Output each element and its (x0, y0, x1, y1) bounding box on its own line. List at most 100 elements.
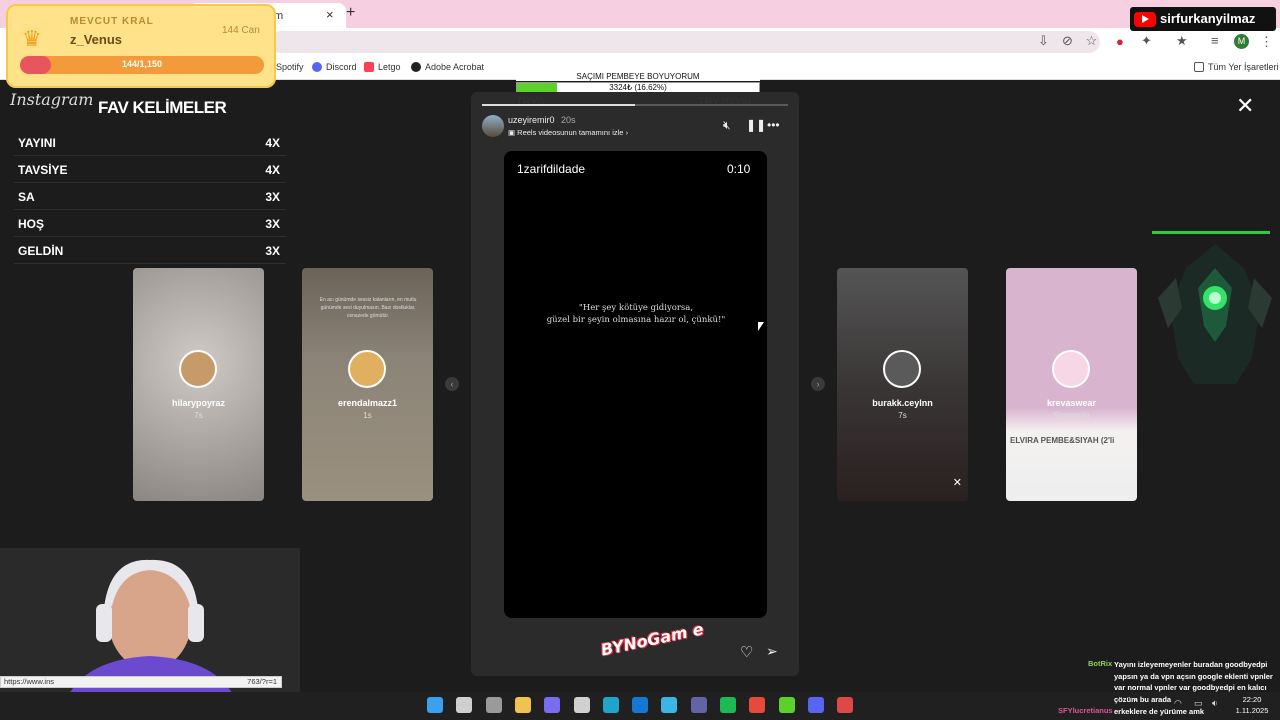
media-icon[interactable] (779, 697, 795, 713)
fav-word: GELDİN (18, 244, 64, 258)
close-icon[interactable]: ✕ (1236, 93, 1254, 119)
story-username[interactable]: uzeyiremir0 (508, 115, 555, 125)
card-caption: En acı günümde sessiz kalanların, en mut… (319, 297, 417, 319)
fav-word: TAVSİYE (18, 163, 68, 177)
card-time: 7s (898, 411, 907, 420)
chat-username: SFYlucretianus (1058, 706, 1113, 715)
card-avatar (348, 350, 386, 388)
send-icon[interactable]: ➢ (766, 643, 778, 660)
quote-line: güzel bir şeyin olmasına hazır ol, çünkü… (546, 315, 726, 325)
reels-full-video-link[interactable]: ▣ Reels videosunun tamamını izle › (508, 128, 628, 137)
story-progress-fill (482, 104, 635, 106)
card-time: 7s (194, 411, 203, 420)
windows-start-icon[interactable] (427, 697, 443, 713)
new-tab-button[interactable]: + (346, 4, 355, 22)
bookmark-letgo[interactable]: Letgo (364, 62, 401, 72)
install-app-icon[interactable]: ⇩ (1036, 33, 1051, 49)
photos-icon[interactable] (661, 697, 677, 713)
fav-word-row: HOŞ 3X (14, 211, 286, 237)
profile-avatar[interactable]: M (1234, 34, 1249, 49)
story-card[interactable]: krevaswear Sponsorlu ELVIRA PEMBE&SIYAH … (1006, 268, 1137, 501)
omnibox[interactable] (270, 31, 1100, 53)
chevron-right-icon: › (623, 128, 629, 137)
chat-username: BotRix (1088, 659, 1113, 668)
mute-icon[interactable]: 🔇︎ (723, 118, 731, 133)
chat-line: var normal vpnler var goodbyedpi en kalı… (1114, 683, 1267, 692)
king-label: MEVCUT KRAL (70, 16, 154, 27)
folder-icon (1194, 62, 1204, 72)
eye-off-icon[interactable]: ⊘ (1060, 33, 1075, 49)
story-card[interactable]: burakk.ceylnn 7s ✕ (837, 268, 968, 501)
fav-word-row: GELDİN 3X (14, 238, 286, 264)
more-options-icon[interactable]: ••• (767, 118, 780, 132)
story-video[interactable] (504, 151, 767, 618)
acrobat-icon (411, 62, 421, 72)
reels-link-label: Reels videosunun tamamını izle (517, 128, 624, 137)
card-username: krevaswear (1046, 398, 1097, 408)
close-icon[interactable]: ✕ (953, 476, 962, 489)
youtube-icon (1134, 12, 1156, 27)
chrome-icon[interactable] (749, 697, 765, 713)
video-timer: 0:10 (727, 162, 751, 176)
alert-timer-line (1152, 231, 1270, 234)
spotify-icon[interactable] (720, 697, 736, 713)
search-icon[interactable] (456, 697, 472, 713)
discord-icon[interactable] (808, 697, 824, 713)
card-username: hilarypoyraz (171, 398, 226, 408)
current-king-widget: ♛ MEVCUT KRAL z_Venus 144 Can 144/1,150 (6, 4, 276, 88)
reading-list-icon[interactable]: ≡ (1211, 33, 1219, 48)
king-progress-bar: 144/1,150 (20, 56, 264, 74)
bookmark-discord[interactable]: Discord (312, 62, 357, 72)
toolbar-icons: ⇩ ⊘ ☆ (1036, 33, 1099, 49)
king-progress-text: 144/1,150 (121, 59, 163, 69)
previous-story-arrow-icon[interactable]: ‹ (445, 377, 459, 391)
pause-icon[interactable]: ❚❚ (746, 118, 766, 132)
obs-icon[interactable] (837, 697, 853, 713)
story-user-avatar[interactable] (482, 115, 504, 137)
next-story-arrow-icon[interactable]: › (811, 377, 825, 391)
fav-word-row: SA 3X (14, 184, 286, 210)
bookmark-star-icon[interactable]: ☆ (1084, 33, 1099, 49)
robot-mascot-image (1158, 244, 1272, 384)
discord-icon (312, 62, 322, 72)
card-avatar (179, 350, 217, 388)
favorites-icon[interactable]: ★ (1176, 33, 1188, 49)
chat-line: çözüm bu arada (1114, 694, 1172, 704)
bookmark-label: Adobe Acrobat (425, 62, 485, 72)
bookmark-label: Letgo (378, 62, 401, 72)
outlook-icon[interactable] (632, 697, 648, 713)
story-progress-bar (482, 104, 788, 106)
all-bookmarks[interactable]: Tüm Yer İşaretleri (1194, 62, 1279, 72)
video-handle: 1zarifdildade (517, 162, 586, 176)
tab-close-icon[interactable]: × (326, 7, 334, 22)
copilot-icon[interactable] (544, 697, 560, 713)
fav-count: 3X (265, 217, 280, 231)
like-heart-icon[interactable]: ♡ (740, 643, 753, 661)
extension-icon[interactable]: ● (1116, 34, 1124, 49)
crown-icon: ♛ (22, 26, 42, 51)
task-view-icon[interactable] (486, 697, 502, 713)
chat-message: erkeklere de yürüme amk (1114, 706, 1204, 718)
card-time: 1s (363, 411, 372, 420)
file-explorer-icon[interactable] (515, 697, 531, 713)
video-quote: "Her şey kötüye gidiyorsa, güzel bir şey… (524, 302, 748, 326)
bookmark-label: Spotify (276, 62, 304, 72)
puzzle-extensions-icon[interactable]: ✦ (1141, 33, 1152, 49)
bookmark-adobe-acrobat[interactable]: Adobe Acrobat (411, 62, 484, 72)
goal-min-label: TRY0 (516, 96, 544, 108)
chat-line: yapsın ya da vpn açsın google eklenti vp… (1114, 671, 1273, 681)
story-card[interactable]: En acı günümde sessiz kalanların, en mut… (302, 268, 433, 501)
card-avatar (883, 350, 921, 388)
quote-line: "Her şey kötüye gidiyorsa, (578, 303, 694, 313)
menu-kebab-icon[interactable]: ⋮ (1260, 34, 1273, 50)
edge-icon[interactable] (603, 697, 619, 713)
bookmark-spotify[interactable]: Spotify (276, 62, 304, 72)
card-avatar (1052, 350, 1090, 388)
card-sponsored-label: Sponsorlu (1053, 411, 1090, 420)
fav-word-row: YAYINI 4X (14, 130, 286, 156)
all-bookmarks-label: Tüm Yer İşaretleri (1208, 62, 1279, 72)
teams-icon[interactable] (691, 697, 707, 713)
story-card[interactable]: hilarypoyraz 7s (133, 268, 264, 501)
mouse-cursor (758, 322, 764, 331)
store-icon[interactable] (574, 697, 590, 713)
